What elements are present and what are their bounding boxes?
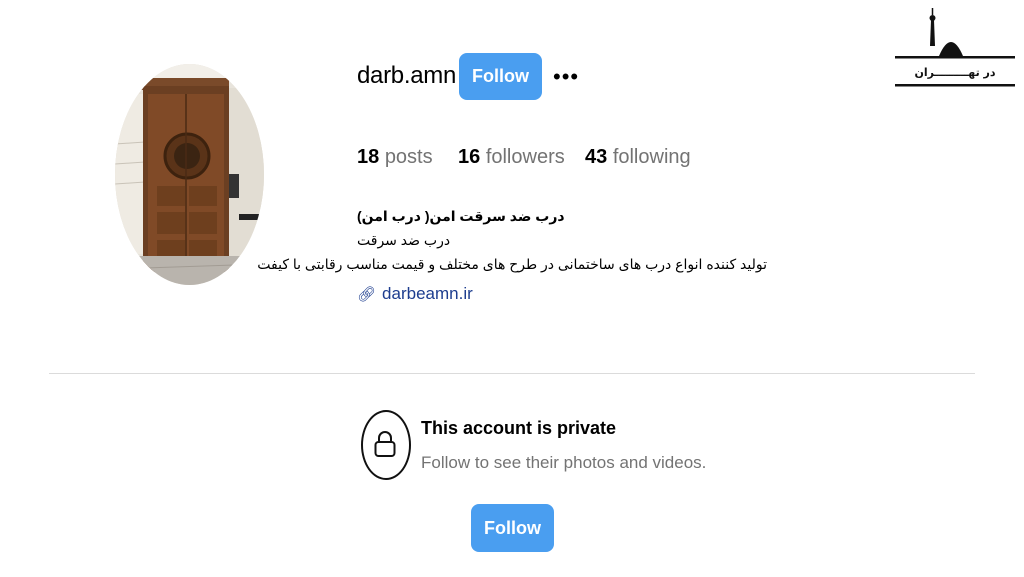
lock-icon (361, 410, 411, 480)
following-stat[interactable]: 43 following (585, 146, 691, 169)
logo-text: در تهـــــــــران (914, 66, 995, 79)
following-count: 43 (585, 146, 608, 168)
followers-count: 16 (458, 146, 481, 168)
bio-category: درب ضد سرقت (357, 232, 451, 248)
section-divider (49, 373, 975, 374)
bio-name: درب ضد سرقت امن( درب امن) (357, 208, 565, 224)
posts-count: 18 (357, 146, 380, 168)
bio-description: تولید کننده انواع درب های ساختمانی در طر… (257, 256, 767, 272)
followers-label: followers (485, 146, 565, 168)
bio-link[interactable]: 🔗︎ darbeamn.ir (357, 284, 473, 304)
posts-stat[interactable]: 18 posts (357, 146, 433, 169)
posts-label: posts (384, 146, 433, 168)
follow-button-private[interactable]: Follow (471, 504, 554, 552)
link-icon: 🔗︎ (357, 286, 377, 303)
followers-stat[interactable]: 16 followers (458, 146, 565, 169)
door-photo (115, 64, 264, 285)
private-account-subtitle: Follow to see their photos and videos. (421, 453, 707, 472)
following-label: following (612, 146, 691, 168)
more-options-icon[interactable]: ••• (553, 64, 579, 90)
profile-bio: درب ضد سرقت امن( درب امن) درب ضد سرقت تو… (257, 204, 767, 276)
private-account-title: This account is private (421, 418, 617, 438)
bio-link-text[interactable]: darbeamn.ir (382, 284, 473, 304)
profile-avatar[interactable] (115, 64, 264, 285)
tehran-logo: در تهـــــــــران (893, 6, 1017, 90)
username: darb.amn (357, 62, 456, 89)
follow-button[interactable]: Follow (459, 53, 542, 100)
